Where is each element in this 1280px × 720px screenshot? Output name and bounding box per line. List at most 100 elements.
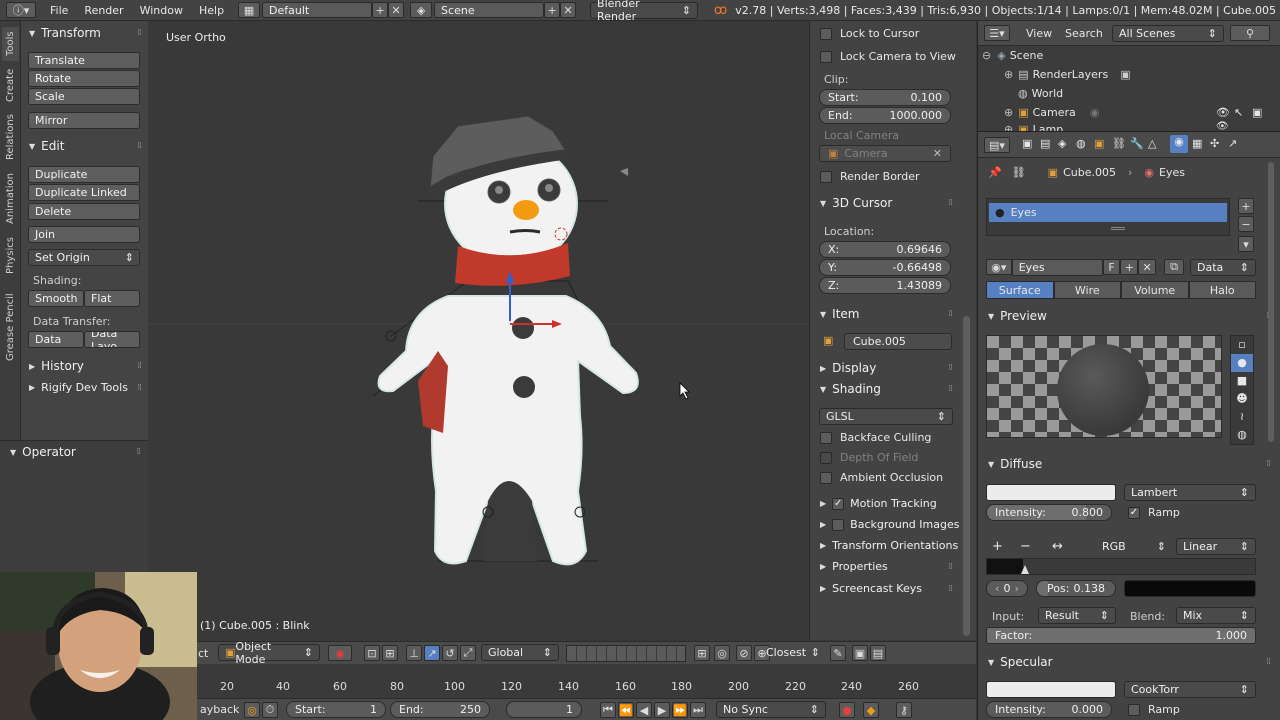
clear-icon[interactable]: ✕: [933, 147, 942, 160]
jump-prev-key-icon[interactable]: ⏪: [618, 702, 634, 718]
keying-set-icon[interactable]: ⚷: [896, 702, 912, 718]
remove-scene-icon[interactable]: ✕: [560, 2, 577, 18]
specular-intensity-field[interactable]: Intensity: 0.000: [986, 701, 1112, 718]
material-name-field[interactable]: Eyes: [1011, 258, 1103, 276]
particles-tab-icon[interactable]: ✣: [1210, 137, 1219, 150]
rotate-manipulator-icon[interactable]: ↺: [442, 645, 458, 661]
expand-icon[interactable]: ⊕: [1004, 68, 1013, 81]
preview-flat-icon[interactable]: ▫: [1231, 336, 1253, 354]
view-menu[interactable]: ct: [198, 647, 208, 660]
material-link-icon[interactable]: ⧉: [1164, 259, 1184, 275]
preview-sphere-icon[interactable]: ●: [1231, 354, 1253, 372]
outliner-editor-icon[interactable]: ☰▾: [984, 25, 1010, 41]
scene-tab-icon[interactable]: ◈: [1058, 137, 1066, 150]
ramp-input-select[interactable]: Result ⇕: [1038, 607, 1116, 624]
slot-specials-icon[interactable]: ▾: [1238, 236, 1254, 252]
new-material-icon[interactable]: +: [1120, 259, 1139, 275]
preview-panel-header[interactable]: ▼Preview⁞⁞: [988, 309, 1271, 323]
tab-wire[interactable]: Wire: [1053, 281, 1121, 299]
lock-layers-icon[interactable]: ⊞: [694, 645, 710, 661]
panel-grip-icon[interactable]: ⁞⁞: [948, 363, 953, 373]
add-ramp-stop-icon[interactable]: +: [992, 539, 1003, 554]
outliner-row-renderlayers[interactable]: ⊕ ▤ RenderLayers ▣: [1004, 68, 1131, 81]
properties-editor-icon[interactable]: ▤▾: [984, 137, 1010, 153]
menu-file[interactable]: File: [42, 4, 76, 17]
list-resize-grip[interactable]: [1111, 227, 1125, 230]
play-icon[interactable]: ▶: [654, 702, 670, 718]
delete-button[interactable]: Delete: [28, 203, 140, 220]
backface-culling-toggle[interactable]: Backface Culling: [820, 431, 931, 444]
outliner-row-scene[interactable]: ⊖ ◈ Scene: [982, 49, 1043, 62]
panel-grip-icon[interactable]: ⁞⁞: [948, 309, 953, 319]
rotate-button[interactable]: Rotate: [28, 70, 140, 87]
3d-cursor-panel-header[interactable]: ▼ 3D Cursor ⁞⁞: [820, 196, 953, 210]
remove-ramp-stop-icon[interactable]: −: [1020, 539, 1031, 554]
3d-viewport[interactable]: User Ortho (1) Cube.005: Blink: [148, 21, 809, 640]
material-slots-list[interactable]: ● Eyes: [986, 198, 1230, 236]
panel-grip-icon[interactable]: ⁞⁞: [948, 384, 953, 394]
physics-tab-icon[interactable]: ↗: [1228, 137, 1237, 150]
tab-tools[interactable]: Tools: [2, 27, 19, 61]
align-rotation-icon[interactable]: ✎: [830, 645, 846, 661]
preview-monkey-icon[interactable]: ☻: [1231, 390, 1253, 408]
axis-icon[interactable]: ⊥: [406, 645, 422, 661]
snowman-model[interactable]: [148, 21, 809, 640]
jump-start-icon[interactable]: ⏮: [600, 702, 616, 718]
motion-tracking-panel-header[interactable]: ▶ ✓ Motion Tracking: [820, 497, 958, 510]
panel-grip-icon[interactable]: ⁞⁞: [137, 383, 142, 393]
selectability-arrow-icon[interactable]: ↖: [1234, 106, 1243, 119]
renderability-camera-icon[interactable]: ▣: [1252, 106, 1262, 119]
properties-panel-header[interactable]: ▶ Properties ⁞⁞: [820, 560, 953, 573]
screencast-keys-panel-header[interactable]: ▶ Screencast Keys ⁞⁞: [820, 582, 953, 595]
unlink-material-icon[interactable]: ✕: [1138, 259, 1156, 275]
scale-manipulator-icon[interactable]: ⤢: [460, 645, 476, 661]
translate-button[interactable]: Translate: [28, 52, 140, 69]
scrollbar-thumb[interactable]: [963, 316, 970, 636]
visibility-eye-icon[interactable]: 👁: [1216, 121, 1229, 131]
constraints-tab-icon[interactable]: ⛓: [1112, 137, 1126, 150]
snap-target-select[interactable]: Closest ⇕: [760, 644, 826, 661]
menu-help[interactable]: Help: [191, 4, 232, 17]
display-panel-header[interactable]: ▶ Display ⁞⁞: [820, 361, 953, 375]
jump-next-key-icon[interactable]: ⏩: [672, 702, 688, 718]
tab-surface[interactable]: Surface: [986, 281, 1054, 299]
background-images-panel-header[interactable]: ▶ Background Images: [820, 518, 960, 531]
ramp-black-stop[interactable]: [987, 559, 1023, 574]
diffuse-shader-select[interactable]: Lambert ⇕: [1124, 484, 1256, 501]
shading-mode-select[interactable]: GLSL ⇕: [819, 408, 953, 425]
search-icon[interactable]: ⚲: [1230, 25, 1270, 41]
jump-end-icon[interactable]: ⏭: [690, 702, 706, 718]
menu-window[interactable]: Window: [132, 4, 191, 17]
render-tab-icon[interactable]: ▣: [1022, 137, 1032, 150]
sync-mode-select[interactable]: No Sync ⇕: [716, 701, 826, 718]
world-tab-icon[interactable]: ◍: [1076, 137, 1086, 150]
panel-grip-icon[interactable]: ⁞⁞: [136, 447, 141, 457]
lock-to-cursor-toggle[interactable]: Lock to Cursor: [820, 27, 919, 40]
diffuse-color-swatch[interactable]: [986, 484, 1116, 501]
lock-camera-toggle[interactable]: Lock Camera to View: [820, 50, 956, 63]
screen-layout-icon[interactable]: ▦: [238, 2, 261, 18]
layers-grid[interactable]: [566, 645, 686, 662]
panel-grip-icon[interactable]: ⁞⁞: [948, 198, 953, 208]
render-preview-icon[interactable]: ▣: [852, 645, 868, 661]
panel-grip-icon[interactable]: ⁞⁞: [137, 141, 142, 151]
render-border-toggle[interactable]: Render Border: [820, 170, 920, 183]
render-engine-select[interactable]: Blender Render ⇕: [590, 0, 699, 23]
tab-halo[interactable]: Halo: [1188, 281, 1256, 299]
ramp-stop-color-swatch[interactable]: [1124, 580, 1256, 597]
outliner-search-menu[interactable]: Search: [1065, 27, 1103, 40]
outliner-view-menu[interactable]: View: [1026, 27, 1052, 40]
transform-orientations-panel-header[interactable]: ▶ Transform Orientations: [820, 539, 960, 552]
smooth-button[interactable]: Smooth: [28, 290, 84, 307]
scene-field[interactable]: Scene: [434, 2, 545, 18]
material-slot-row[interactable]: ● Eyes: [989, 203, 1227, 222]
pivot-point-icon[interactable]: ⊡: [364, 645, 380, 661]
screen-layout-field[interactable]: Default: [262, 2, 373, 18]
ramp-interp-select[interactable]: Linear ⇕: [1176, 538, 1256, 555]
manipulator-icon[interactable]: ⊞: [382, 645, 398, 661]
scene-icon[interactable]: ◈: [410, 2, 433, 18]
viewport-shading-icon[interactable]: ◉: [328, 645, 352, 661]
playback-menu[interactable]: ayback: [200, 703, 239, 716]
orientation-select[interactable]: Global ⇕: [481, 644, 559, 661]
tab-relations[interactable]: Relations: [2, 109, 19, 165]
